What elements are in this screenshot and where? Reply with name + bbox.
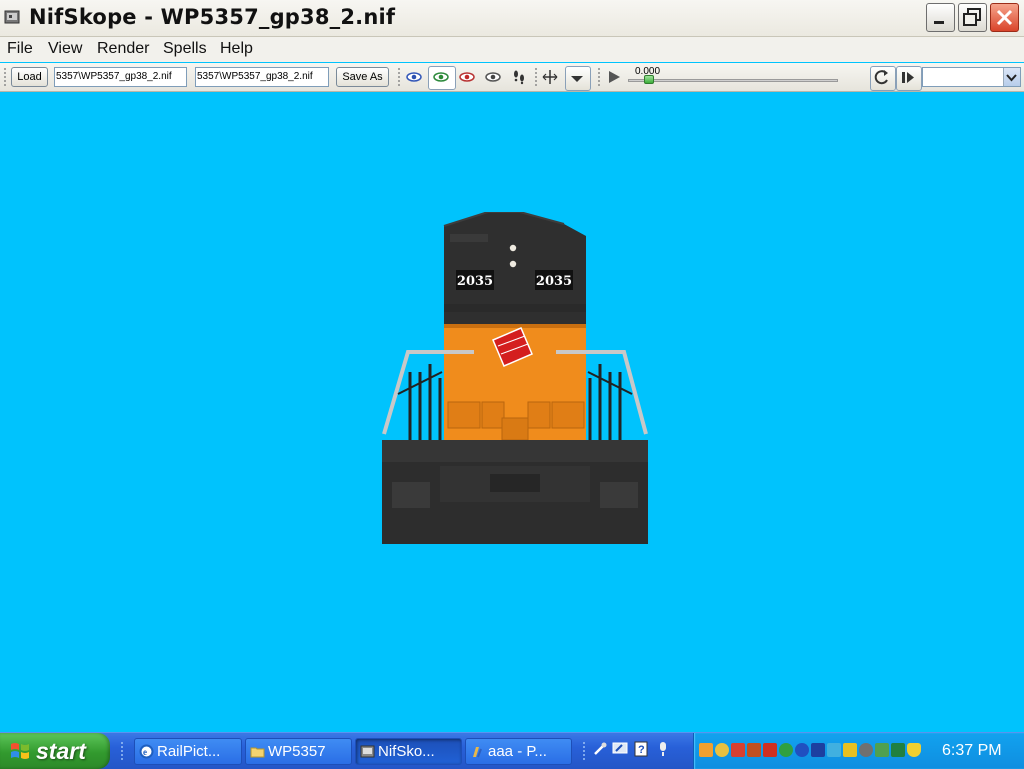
tray-warning-icon[interactable]: [731, 743, 745, 757]
load-path-field[interactable]: 5357\WP5357_gp38_2.nif: [54, 67, 187, 87]
render-viewport[interactable]: 2035 2035: [0, 92, 1024, 732]
start-label: start: [36, 738, 86, 764]
tray-app-icon[interactable]: [891, 743, 905, 757]
window-title: NifSkope - WP5357_gp38_2.nif: [29, 5, 396, 29]
quicklaunch-desktop-icon[interactable]: [612, 741, 628, 757]
restore-button[interactable]: [958, 3, 987, 32]
headlight-top: [509, 244, 517, 252]
nifskope-app-icon[interactable]: [4, 9, 20, 25]
headlight-bottom: [509, 260, 517, 268]
tray-shield-icon[interactable]: [907, 743, 921, 757]
dropdown-arrow[interactable]: [1003, 68, 1020, 86]
view-red-eye-icon[interactable]: [458, 69, 476, 85]
menu-bar: File View Render Spells Help: [0, 37, 1024, 62]
task-wp5357[interactable]: WP5357: [245, 738, 352, 765]
view-gray-eye-icon[interactable]: [484, 69, 502, 85]
tray-security-icon[interactable]: [747, 743, 761, 757]
taskbar: start e RailPict... WP5357 NifSko... aaa…: [0, 732, 1024, 769]
axes-icon[interactable]: [541, 69, 559, 85]
tray-alert-icon[interactable]: [843, 743, 857, 757]
tray-sync-icon[interactable]: [779, 743, 793, 757]
load-button[interactable]: Load: [11, 67, 48, 87]
toolbar-grip[interactable]: [397, 67, 401, 87]
task-label: WP5357: [268, 743, 326, 760]
view-dropdown-button[interactable]: [565, 66, 591, 91]
tray-monitor-icon[interactable]: [811, 743, 825, 757]
animation-select[interactable]: [922, 67, 1021, 87]
minimize-icon: [934, 21, 944, 24]
quicklaunch-help-icon[interactable]: ?: [633, 741, 649, 757]
windows-logo-icon: [11, 743, 29, 759]
ie-icon: e: [139, 744, 154, 759]
tray-app-icon[interactable]: [827, 743, 841, 757]
chevron-down-icon: [1006, 74, 1017, 82]
toolbar-grip[interactable]: [597, 67, 601, 87]
footprints-icon[interactable]: [510, 69, 528, 85]
loop-button[interactable]: [870, 66, 896, 91]
time-slider-thumb[interactable]: [644, 75, 654, 84]
chevron-down-icon: [571, 76, 583, 82]
locomotive-model[interactable]: 2035 2035: [380, 212, 650, 547]
save-path-field[interactable]: 5357\WP5357_gp38_2.nif: [195, 67, 329, 87]
tray-network-icon[interactable]: [715, 743, 729, 757]
tray-app-icon[interactable]: [763, 743, 777, 757]
task-label: NifSko...: [378, 743, 435, 760]
save-as-button[interactable]: Save As: [336, 67, 389, 87]
minimize-button[interactable]: [926, 3, 955, 32]
taskbar-grip[interactable]: [120, 741, 124, 761]
close-button[interactable]: [990, 3, 1019, 32]
view-blue-eye-icon[interactable]: [405, 69, 423, 85]
close-icon: [996, 9, 1013, 26]
tray-globe-icon[interactable]: [795, 743, 809, 757]
menu-render[interactable]: Render: [97, 40, 149, 58]
green-eye-icon: [433, 72, 449, 82]
taskbar-clock[interactable]: 6:37 PM: [942, 742, 1002, 760]
task-railpict[interactable]: e RailPict...: [134, 738, 242, 765]
switch-button[interactable]: [896, 66, 922, 91]
cab-number-left: 2035: [457, 274, 493, 289]
folder-icon: [250, 747, 265, 758]
paint-icon: [473, 747, 482, 758]
toolbar-grip[interactable]: [3, 67, 7, 87]
task-label: RailPict...: [157, 743, 221, 760]
nifskope-icon: [360, 745, 375, 758]
svg-text:e: e: [143, 747, 147, 757]
task-nifskope[interactable]: NifSko...: [355, 738, 462, 765]
tray-speaker-icon[interactable]: [859, 743, 873, 757]
taskbar-grip[interactable]: [582, 741, 586, 761]
tray-app-icon[interactable]: [875, 743, 889, 757]
title-bar[interactable]: NifSkope - WP5357_gp38_2.nif: [0, 0, 1024, 37]
cab-number-right: 2035: [536, 274, 572, 289]
menu-view[interactable]: View: [48, 40, 82, 58]
restore-icon: [963, 8, 981, 26]
menu-spells[interactable]: Spells: [163, 40, 207, 58]
switch-icon: [902, 72, 914, 83]
start-button[interactable]: start: [0, 733, 110, 769]
loop-icon: [874, 70, 888, 85]
view-green-eye-toggle[interactable]: [428, 66, 456, 90]
menu-help[interactable]: Help: [220, 40, 253, 58]
toolbar-grip[interactable]: [534, 67, 538, 87]
quicklaunch-tool-icon[interactable]: [592, 741, 608, 757]
svg-text:?: ?: [638, 744, 645, 756]
quicklaunch-mic-icon[interactable]: [655, 741, 671, 757]
menu-file[interactable]: File: [7, 40, 33, 58]
play-icon[interactable]: [605, 69, 623, 85]
time-slider[interactable]: [628, 79, 838, 82]
tray-app-icon[interactable]: [699, 743, 713, 757]
task-paint[interactable]: aaa - P...: [465, 738, 572, 765]
task-label: aaa - P...: [488, 743, 547, 760]
